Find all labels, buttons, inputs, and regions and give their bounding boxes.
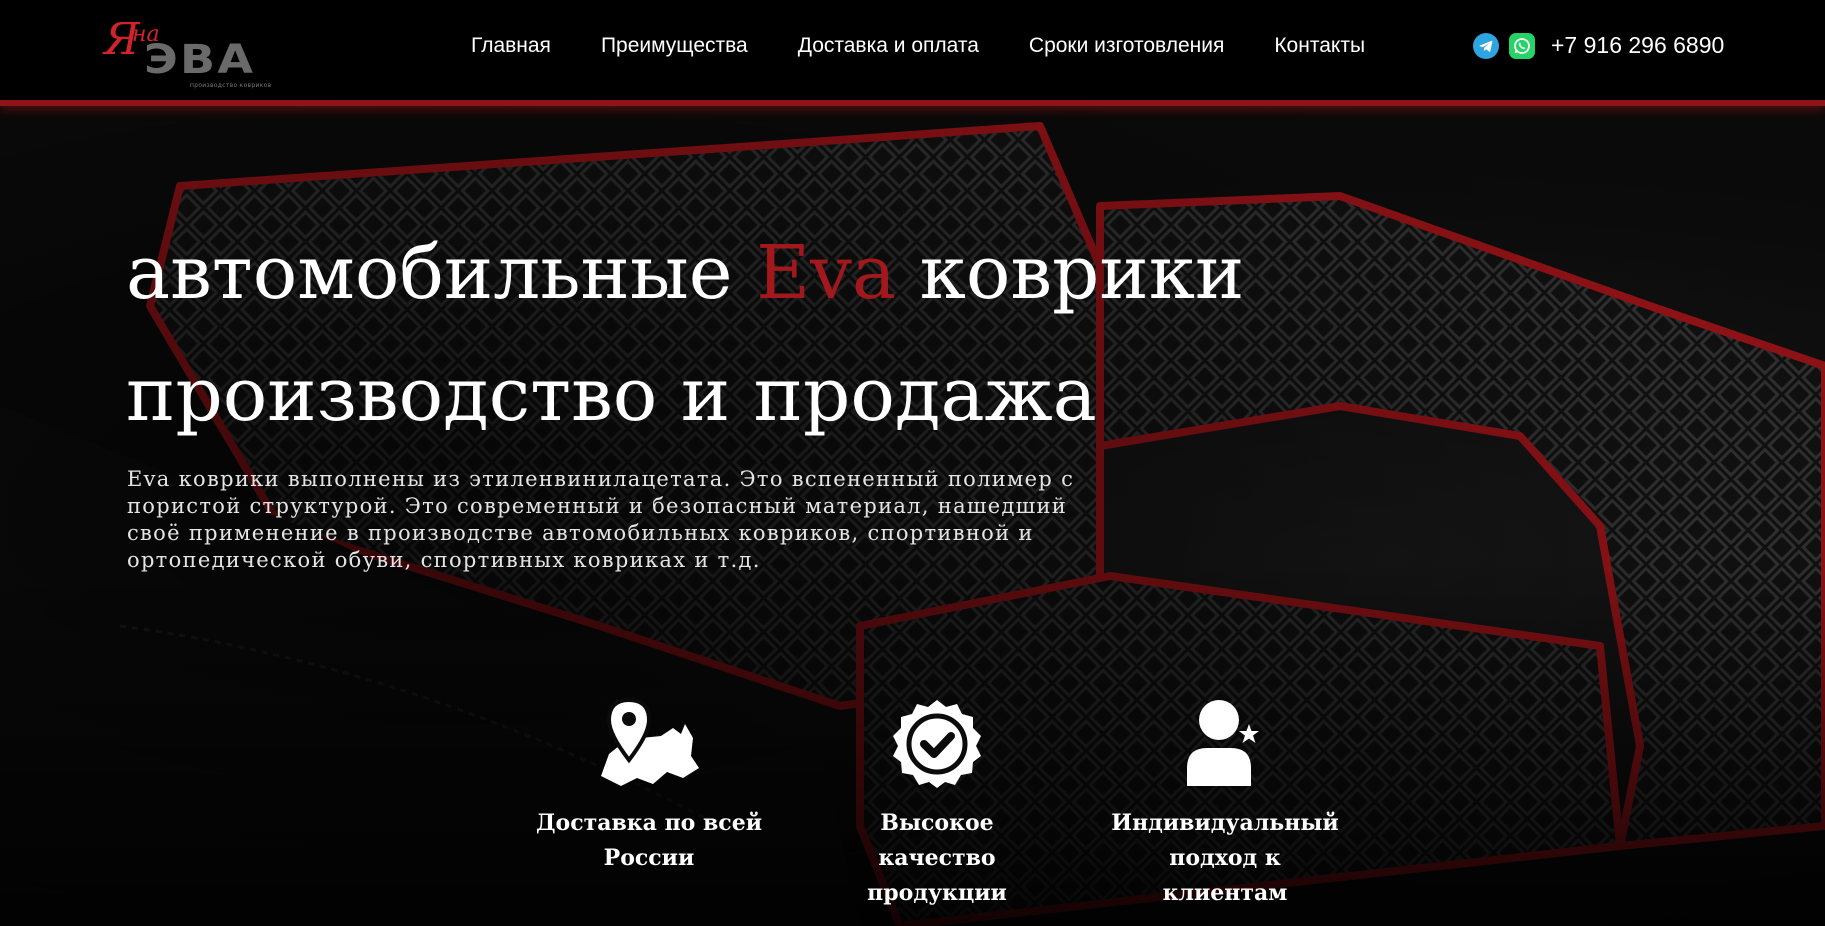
hero-title-part1: автомобильные — [126, 230, 757, 316]
nav-item-contacts[interactable]: Контакты — [1274, 34, 1365, 58]
feature-quality: Высокое качество продукции — [793, 698, 1081, 911]
nav-item-advantages[interactable]: Преимущества — [601, 34, 748, 58]
user-star-icon — [1185, 698, 1265, 790]
hero-title: автомобильные Eva коврики производство и… — [126, 212, 1244, 456]
nav-item-production-time[interactable]: Сроки изготовления — [1029, 34, 1224, 58]
site-logo[interactable]: Я на ЭВА производство ковриков — [104, 16, 294, 90]
feature-delivery-label: Доставка по всей России — [535, 810, 763, 871]
feature-quality-label: Высокое качество продукции — [867, 810, 1007, 906]
feature-individual-label: Индивидуальный подход к клиентам — [1111, 810, 1339, 906]
hero-title-line2: производство и продажа — [126, 352, 1097, 438]
map-pin-icon — [597, 698, 701, 790]
logo-eva-text: ЭВА — [144, 37, 256, 83]
nav-item-delivery[interactable]: Доставка и оплата — [798, 34, 979, 58]
phone-link[interactable]: +7 916 296 6890 — [1551, 32, 1724, 59]
feature-delivery: Доставка по всей России — [505, 698, 793, 911]
main-nav: Главная Преимущества Доставка и оплата С… — [471, 34, 1365, 58]
nav-item-home[interactable]: Главная — [471, 34, 551, 58]
telegram-icon[interactable] — [1473, 32, 1499, 59]
feature-individual: Индивидуальный подход к клиентам — [1081, 698, 1369, 911]
hero-description: Eva коврики выполнены из этиленвинилацет… — [127, 467, 1075, 572]
header-contacts: +7 916 296 6890 — [1473, 32, 1724, 59]
site-header: Я на ЭВА производство ковриков Главная П… — [0, 0, 1825, 106]
whatsapp-icon[interactable] — [1509, 32, 1535, 59]
hero-title-accent: Eva — [756, 230, 897, 316]
quality-badge-icon — [891, 698, 983, 790]
landing-page: Я на ЭВА производство ковриков Главная П… — [0, 0, 1825, 926]
logo-subtitle: производство ковриков — [190, 82, 272, 89]
hero-title-part2: коврики — [896, 230, 1245, 316]
features-row: Доставка по всей России Высокое качество… — [505, 698, 1369, 911]
